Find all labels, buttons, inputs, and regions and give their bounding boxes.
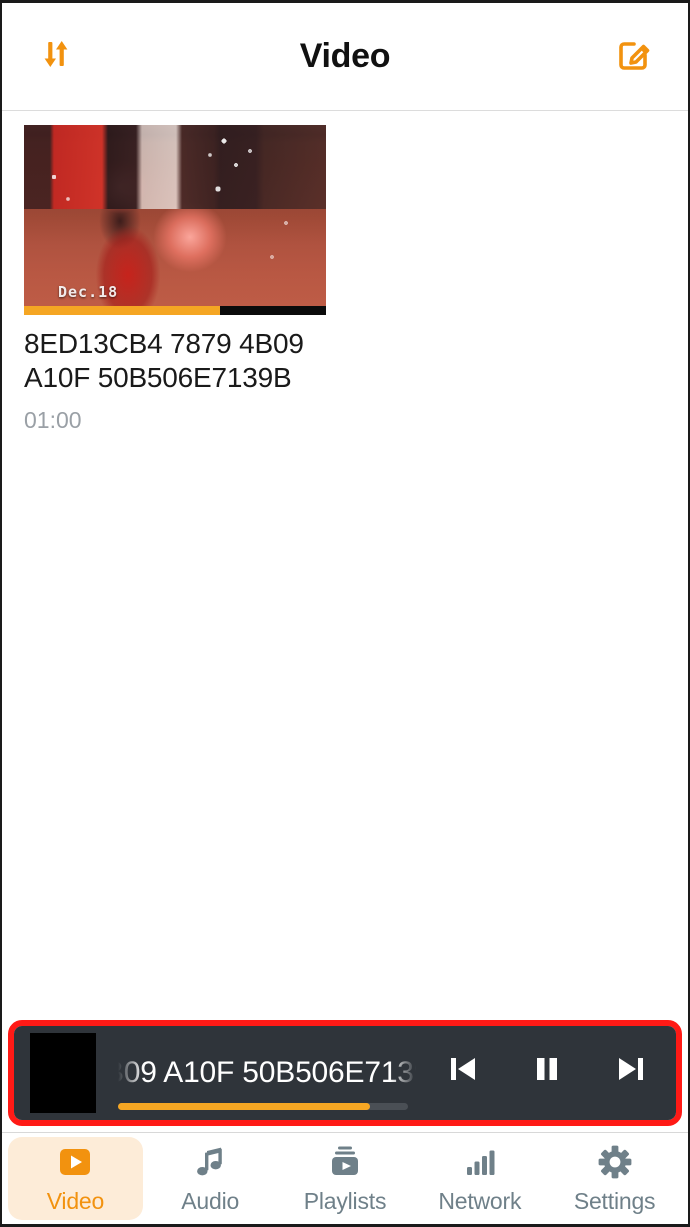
mini-progress-fill: [118, 1103, 371, 1110]
skip-next-icon: [613, 1051, 649, 1092]
now-playing-title-marquee: B09 A10F 50B506E7139: [118, 1054, 416, 1092]
thumbnail-progress-fill: [24, 306, 221, 315]
video-title: 8ED13CB4 7879 4B09 A10F 50B506E7139B: [24, 328, 304, 394]
pause-icon: [529, 1051, 565, 1092]
tab-video-label: Video: [46, 1188, 105, 1214]
tab-network[interactable]: Network: [412, 1137, 547, 1220]
video-thumbnail[interactable]: Dec.18: [24, 125, 326, 315]
gear-icon: [596, 1142, 634, 1182]
sort-button[interactable]: [28, 29, 84, 85]
tab-playlists-label: Playlists: [303, 1188, 387, 1214]
video-play-icon: [56, 1142, 94, 1182]
skip-previous-icon: [445, 1051, 481, 1092]
header-bar: Video: [2, 3, 688, 111]
list-item[interactable]: Dec.18 8ED13CB4 7879 4B09 A10F 50B506E71…: [2, 111, 688, 434]
mini-player-region: B09 A10F 50B506E7139: [2, 1016, 688, 1132]
playback-controls: [440, 1048, 662, 1094]
now-playing-info: B09 A10F 50B506E7139: [118, 1026, 440, 1120]
app-screen: Video Dec.18 8ED13CB4 7879 4B09 A10F 50B…: [0, 0, 690, 1227]
tab-network-label: Network: [438, 1188, 522, 1214]
edit-button[interactable]: [606, 29, 662, 85]
tab-settings[interactable]: Settings: [547, 1137, 682, 1220]
mini-progress-track[interactable]: [118, 1103, 408, 1110]
tab-settings-label: Settings: [573, 1188, 656, 1214]
page-title: Video: [299, 37, 391, 75]
play-pause-button[interactable]: [524, 1048, 570, 1094]
video-duration: 01:00: [24, 407, 82, 434]
mini-player[interactable]: B09 A10F 50B506E7139: [14, 1026, 676, 1120]
tab-audio[interactable]: Audio: [143, 1137, 278, 1220]
sort-arrows-icon: [36, 34, 76, 79]
tab-video[interactable]: Video: [8, 1137, 143, 1220]
tab-playlists[interactable]: Playlists: [278, 1137, 413, 1220]
now-playing-thumbnail-image: [43, 1033, 83, 1113]
bottom-tab-bar: Video Audio Playlists Network Settings: [2, 1132, 688, 1224]
signal-bars-icon: [461, 1142, 499, 1182]
mini-player-highlight-box: B09 A10F 50B506E7139: [8, 1020, 682, 1126]
tab-audio-label: Audio: [181, 1188, 240, 1214]
video-list: Dec.18 8ED13CB4 7879 4B09 A10F 50B506E71…: [2, 111, 688, 1016]
now-playing-thumbnail[interactable]: [30, 1033, 96, 1113]
music-note-icon: [191, 1142, 229, 1182]
thumbnail-date-stamp: Dec.18: [58, 283, 119, 301]
edit-compose-icon: [612, 32, 656, 81]
playlist-icon: [326, 1142, 364, 1182]
previous-button[interactable]: [440, 1048, 486, 1094]
next-button[interactable]: [608, 1048, 654, 1094]
now-playing-title: B09 A10F 50B506E7139: [118, 1056, 416, 1089]
thumbnail-progress-track: [24, 306, 326, 315]
